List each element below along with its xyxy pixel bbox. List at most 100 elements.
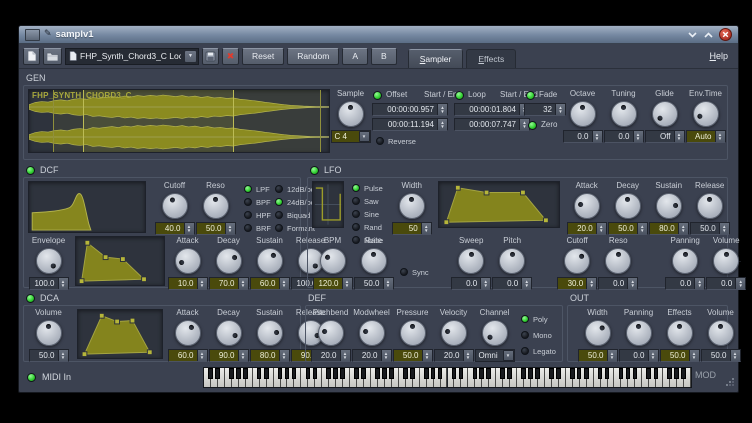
knob-dial[interactable]: [359, 320, 385, 346]
knob-tuning[interactable]: Tuning0.0▲▼: [603, 89, 644, 143]
spinner-buttons[interactable]: ▲▼: [480, 278, 490, 289]
radio-brf[interactable]: BRF: [244, 222, 271, 234]
spinner-buttons[interactable]: ▲▼: [422, 350, 432, 361]
open-preset-button[interactable]: [43, 48, 62, 65]
knob-dial[interactable]: [570, 101, 596, 127]
knob-sustain[interactable]: Sustain80.0▲▼: [249, 308, 290, 362]
piano-key-black[interactable]: [507, 368, 512, 379]
piano-key-black[interactable]: [479, 368, 484, 379]
knob-dial[interactable]: [697, 193, 723, 219]
knob-dial[interactable]: [482, 320, 508, 346]
radio-sine[interactable]: Sine: [352, 208, 383, 220]
dcf-envelope-display[interactable]: [75, 236, 165, 286]
spinner-buttons[interactable]: ▲▼: [674, 131, 684, 142]
knob-dial[interactable]: [574, 193, 600, 219]
spinner-buttons[interactable]: ▲▼: [633, 131, 643, 142]
knob-dial[interactable]: [175, 320, 201, 346]
spinner-buttons[interactable]: ▲▼: [678, 223, 688, 234]
preset-dropdown-arrow[interactable]: ▼: [184, 50, 197, 63]
knob-dial[interactable]: [667, 320, 693, 346]
velocity-value[interactable]: 20.0▲▼: [434, 349, 474, 362]
panning-value[interactable]: 0.0▲▼: [665, 277, 705, 290]
spinner-buttons[interactable]: ▲▼: [58, 350, 68, 361]
width-value[interactable]: 50.0▲▼: [578, 349, 618, 362]
glide-value[interactable]: Off▲▼: [645, 130, 685, 143]
spinner-buttons[interactable]: ▲▼: [521, 278, 531, 289]
preset-combobox[interactable]: FHP_Synth_Chord3_C Loop1 ▼: [65, 48, 199, 65]
knob-volume[interactable]: Volume50.0▲▼: [700, 308, 741, 362]
knob-velocity[interactable]: Velocity20.0▲▼: [433, 308, 474, 362]
sustain-value[interactable]: 80.0▲▼: [250, 349, 290, 362]
piano-key-black[interactable]: [535, 368, 540, 379]
knob-bpm[interactable]: BPM120.0▲▼: [312, 236, 353, 290]
cutoff-value[interactable]: 30.0▲▼: [557, 277, 597, 290]
piano-key-black[interactable]: [340, 368, 345, 379]
zero-led[interactable]: [528, 121, 537, 130]
attack-value[interactable]: 10.0▲▼: [168, 277, 208, 290]
spinner-buttons[interactable]: ▲▼: [437, 104, 447, 115]
piano-key-black[interactable]: [633, 368, 638, 379]
spinner-buttons[interactable]: ▲▼: [197, 278, 207, 289]
knob-env-time[interactable]: Env.TimeAuto▲▼: [685, 89, 726, 143]
decay-value[interactable]: 70.0▲▼: [209, 277, 249, 290]
piano-key-black[interactable]: [654, 368, 659, 379]
titlebar[interactable]: ✎ samplv1: [19, 26, 738, 44]
knob-attack[interactable]: Attack20.0▲▼: [566, 181, 607, 235]
piano-key-black[interactable]: [285, 368, 290, 379]
spinner-buttons[interactable]: ▲▼: [279, 350, 289, 361]
piano-key-black[interactable]: [236, 368, 241, 379]
piano-key-black[interactable]: [215, 368, 220, 379]
sweep-value[interactable]: 0.0▲▼: [451, 277, 491, 290]
new-preset-button[interactable]: [23, 48, 40, 65]
knob-dial[interactable]: [318, 320, 344, 346]
knob-effects[interactable]: Effects50.0▲▼: [659, 308, 700, 362]
knob-dial[interactable]: [36, 248, 62, 274]
knob-dial[interactable]: [615, 193, 641, 219]
knob-dial[interactable]: [626, 320, 652, 346]
knob-dial[interactable]: [320, 248, 346, 274]
piano-key-black[interactable]: [292, 368, 297, 379]
knob-dial[interactable]: [693, 101, 719, 127]
piano-key-black[interactable]: [326, 368, 331, 379]
spinner-buttons[interactable]: ▲▼: [715, 131, 725, 142]
sustain-value[interactable]: 60.0▲▼: [250, 277, 290, 290]
knob-dial[interactable]: [652, 101, 678, 127]
piano-key-black[interactable]: [473, 368, 478, 379]
bpm-value[interactable]: 120.0▲▼: [313, 277, 353, 290]
dropdown-arrow-icon[interactable]: ▼: [359, 131, 370, 142]
lfo-envelope-display[interactable]: [438, 181, 560, 228]
offset-end-field[interactable]: 00:00:11.194 ▲▼: [372, 118, 448, 131]
knob-channel[interactable]: ChannelOmni▼: [474, 308, 515, 362]
rate-value[interactable]: 50.0▲▼: [354, 277, 394, 290]
knob-cutoff[interactable]: Cutoff30.0▲▼: [557, 236, 598, 290]
spinner-buttons[interactable]: ▲▼: [463, 350, 473, 361]
knob-dial[interactable]: [585, 320, 611, 346]
tab-effects[interactable]: Effects: [466, 49, 516, 68]
piano-key-black[interactable]: [243, 368, 248, 379]
knob-sweep[interactable]: Sweep0.0▲▼: [451, 236, 492, 290]
loop-start-field[interactable]: 00:00:01.804 ▲▼: [454, 103, 530, 116]
spinner-buttons[interactable]: ▲▼: [421, 223, 431, 234]
panning-value[interactable]: 0.0▲▼: [619, 349, 659, 362]
spinner-buttons[interactable]: ▲▼: [437, 119, 447, 130]
keyboard[interactable]: [203, 367, 692, 388]
radio-mono[interactable]: Mono: [521, 329, 556, 341]
knob-dial[interactable]: [400, 320, 426, 346]
resize-grip[interactable]: [726, 378, 734, 386]
knob-dial[interactable]: [399, 193, 425, 219]
spinner-buttons[interactable]: ▲▼: [342, 278, 352, 289]
mod-label[interactable]: MOD: [695, 370, 716, 380]
attack-value[interactable]: 20.0▲▼: [567, 222, 607, 235]
loop-end-marker[interactable]: [233, 90, 234, 152]
spinner-buttons[interactable]: ▲▼: [730, 350, 740, 361]
piano-key-black[interactable]: [333, 368, 338, 379]
knob-pitch[interactable]: Pitch0.0▲▼: [492, 236, 533, 290]
a-button[interactable]: A: [342, 48, 368, 65]
knob-dial[interactable]: [656, 193, 682, 219]
spinner-buttons[interactable]: ▲▼: [735, 278, 745, 289]
spinner-buttons[interactable]: ▲▼: [637, 223, 647, 234]
delete-preset-button[interactable]: ✖: [222, 48, 239, 65]
knob-octave[interactable]: Octave0.0▲▼: [562, 89, 603, 143]
piano-key-black[interactable]: [584, 368, 589, 379]
fade-field[interactable]: 32 ▲▼: [524, 103, 566, 116]
